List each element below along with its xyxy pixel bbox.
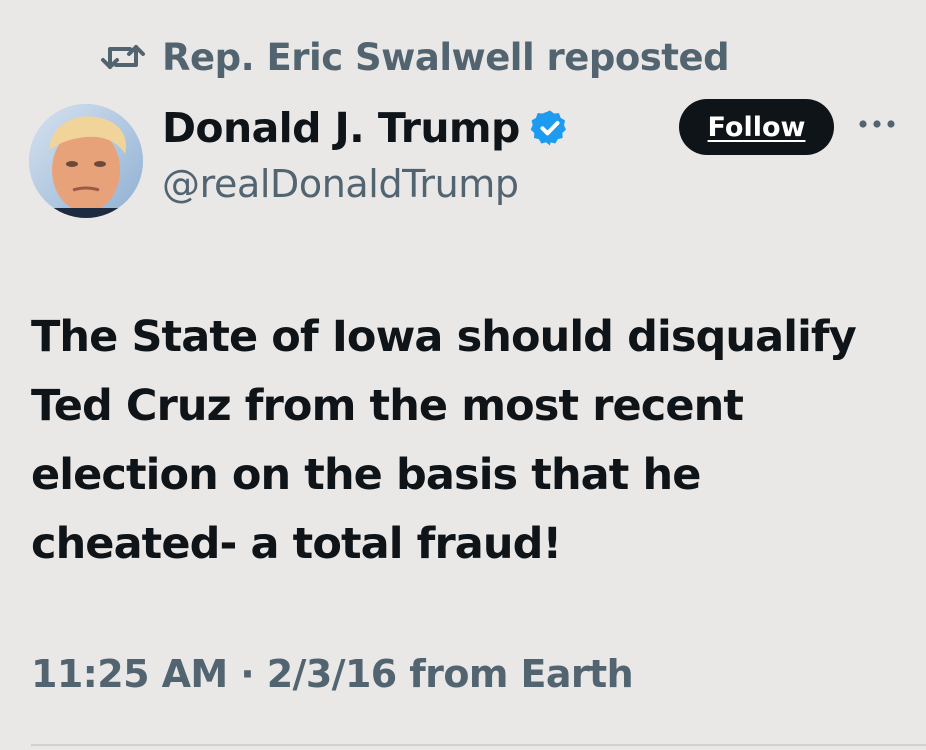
name-row: Donald J. Trump [162,100,574,156]
post-timestamp[interactable]: 11:25 AM · 2/3/16 from Earth [31,652,634,696]
user-handle[interactable]: @realDonaldTrump [162,162,574,206]
display-name[interactable]: Donald J. Trump [162,104,520,152]
verified-badge-icon [530,106,574,150]
repost-header[interactable]: Rep. Eric Swalwell reposted [100,32,730,82]
post-text: The State of Iowa should disqualify Ted … [31,312,857,569]
avatar-photo [29,104,143,218]
divider [31,744,926,746]
repost-label: Rep. Eric Swalwell reposted [162,35,730,79]
avatar[interactable] [29,104,143,218]
follow-button[interactable]: Follow [679,99,834,155]
more-dots-icon[interactable] [858,114,896,134]
author-block[interactable]: Donald J. Trump @realDonaldTrump [162,100,574,206]
repost-icon [100,40,146,74]
